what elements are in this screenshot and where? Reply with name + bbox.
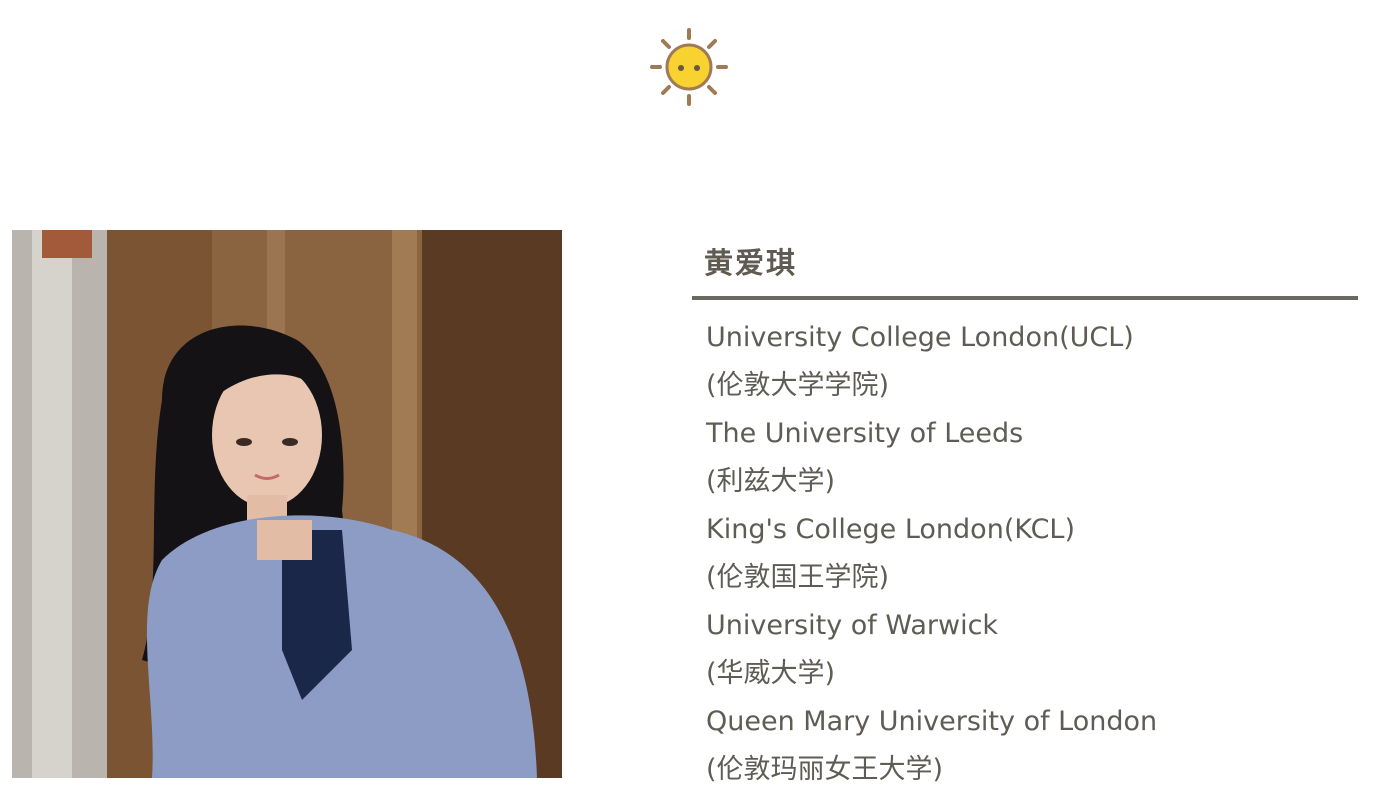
university-item: University College London(UCL) (伦敦大学学院) [706, 314, 1358, 410]
sun-icon [650, 28, 728, 106]
university-name-en: University of Warwick [706, 610, 999, 641]
university-list: University College London(UCL) (伦敦大学学院) … [692, 300, 1358, 794]
university-item: University of Warwick (华威大学) [706, 602, 1358, 698]
university-name-zh: (伦敦国王学院) [706, 562, 890, 593]
university-name-zh: (伦敦玛丽女王大学) [706, 754, 944, 785]
university-name-zh: (利兹大学) [706, 466, 836, 497]
university-name-en: The University of Leeds [706, 418, 1024, 449]
university-name-en: King's College London(KCL) [706, 514, 1076, 545]
university-item: The University of Leeds (利兹大学) [706, 410, 1358, 506]
university-name-en: Queen Mary University of London [706, 706, 1158, 737]
university-name-zh: (华威大学) [706, 658, 836, 689]
university-item: Queen Mary University of London (伦敦玛丽女王大… [706, 698, 1358, 794]
portrait-photo [12, 230, 562, 778]
university-name-zh: (伦敦大学学院) [706, 370, 890, 401]
profile-name: 黄爱琪 [704, 246, 798, 280]
profile-card: 黄爱琪 University College London(UCL) (伦敦大学… [692, 230, 1358, 794]
university-item: King's College London(KCL) (伦敦国王学院) [706, 506, 1358, 602]
university-name-en: University College London(UCL) [706, 322, 1134, 353]
